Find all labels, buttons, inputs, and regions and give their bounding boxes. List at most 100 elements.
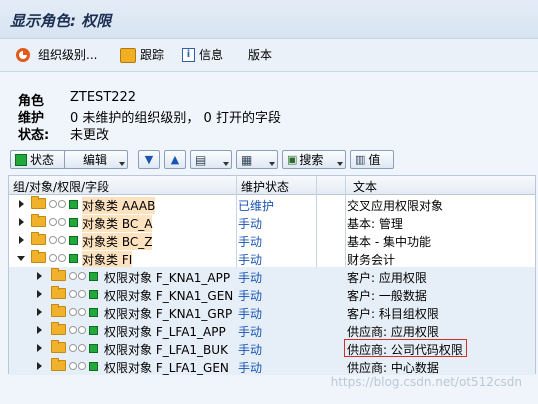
row-text: 供应商: 公司代码权限 [347, 343, 463, 357]
print-button[interactable]: ▤ [190, 150, 232, 169]
maint-status: 手动 [238, 343, 263, 357]
maint-status: 手动 [238, 217, 263, 231]
search-button[interactable]: ▣ 搜索 [282, 150, 346, 169]
table-row[interactable]: 权限对象 F_LFA1_GEN 手动 供应商: 中心数据 [9, 357, 535, 375]
expand-arrow-icon[interactable] [37, 272, 42, 280]
search-button-label: 搜索 [299, 153, 324, 167]
traffic-light-icon [69, 361, 98, 371]
collapse-all-icon: ▲ [170, 153, 180, 166]
maint-status: 手动 [238, 307, 263, 321]
expand-all-button[interactable]: ▼ [138, 150, 160, 169]
info-button[interactable]: i 信息 [182, 47, 223, 63]
maint-status: 手动 [238, 325, 263, 339]
collapse-arrow-icon[interactable] [17, 256, 25, 261]
row-text: 基本: 管理 [347, 217, 403, 231]
folder-icon [51, 304, 66, 317]
info-label: 信息 [199, 48, 224, 62]
expand-arrow-icon[interactable] [37, 290, 42, 298]
maint-status: 手动 [238, 361, 263, 375]
collapse-all-button[interactable]: ▲ [164, 150, 186, 169]
traffic-light-icon [49, 253, 78, 263]
row-text: 客户: 一般数据 [347, 289, 427, 303]
edit-button-label: 编辑 [83, 153, 108, 167]
folder-icon [51, 322, 66, 335]
status-icon [15, 153, 27, 166]
expand-arrow-icon[interactable] [19, 218, 24, 226]
version-label: 版本 [248, 48, 273, 62]
maint-status: 手动 [238, 235, 263, 249]
maint-status: 手动 [238, 271, 263, 285]
org-levels-button[interactable]: 组织级别... [16, 47, 97, 63]
traffic-light-icon [69, 307, 98, 317]
object-class-name: 对象类 BC_Z [82, 233, 153, 250]
trace-icon [120, 47, 136, 63]
table-row[interactable]: 权限对象 F_KNA1_GEN 手动 客户: 一般数据 [9, 285, 535, 303]
trace-label: 跟踪 [140, 48, 165, 62]
chevron-down-icon [223, 162, 229, 166]
trace-button[interactable]: 跟踪 [120, 47, 164, 63]
table-row[interactable]: 对象类 BC_Z 手动 基本 - 集中功能 [9, 231, 535, 250]
value-button[interactable]: ▥ 值 [350, 150, 394, 169]
application-toolbar: 组织级别... 跟踪 i 信息 版本 [0, 39, 538, 72]
maint-status: 手动 [238, 253, 263, 267]
print-icon: ▤ [195, 152, 207, 167]
traffic-light-icon [49, 217, 78, 227]
table-row[interactable]: 对象类 AAAB 已维护 交叉应用权限对象 [9, 195, 535, 214]
state-value: 未更改 [70, 128, 110, 143]
column-header-object[interactable]: 组/对象/权限/字段 [13, 178, 109, 195]
folder-icon [31, 196, 46, 209]
folder-icon [31, 214, 46, 227]
table-row[interactable]: 对象类 FI 手动 财务会计 [9, 249, 535, 268]
row-text: 供应商: 中心数据 [347, 361, 439, 375]
window-title: 显示角色: 权限 [10, 12, 112, 30]
traffic-light-icon [49, 235, 78, 245]
column-header-maint-status[interactable]: 维护状态 [241, 178, 289, 195]
edit-button[interactable]: 编辑 [64, 150, 128, 169]
folder-icon [31, 250, 46, 263]
watermark: https://blog.csdn.net/ot512csdn [330, 375, 522, 389]
row-text: 基本 - 集中功能 [347, 235, 431, 249]
folder-icon [51, 286, 66, 299]
table-row[interactable]: 权限对象 F_LFA1_APP 手动 供应商: 应用权限 [9, 321, 535, 339]
value-icon: ▥ [355, 153, 366, 166]
expand-arrow-icon[interactable] [37, 362, 42, 370]
expand-arrow-icon[interactable] [19, 200, 24, 208]
row-text: 客户: 科目组权限 [347, 307, 439, 321]
auth-object-name: 权限对象 F_KNA1_GEN [104, 289, 234, 303]
table-row[interactable]: 权限对象 F_KNA1_GRP 手动 客户: 科目组权限 [9, 303, 535, 321]
org-levels-icon [16, 48, 30, 62]
table-row[interactable]: 权限对象 F_KNA1_APP 手动 客户: 应用权限 [9, 267, 535, 285]
table-row[interactable]: 对象类 BC_A 手动 基本: 管理 [9, 213, 535, 232]
object-class-name: 对象类 AAAB [82, 197, 156, 214]
object-class-name: 对象类 BC_A [82, 215, 153, 232]
folder-icon [51, 340, 66, 353]
auth-object-name: 权限对象 F_LFA1_APP [104, 325, 226, 339]
state-key: 状态: [18, 128, 50, 143]
row-text: 交叉应用权限对象 [347, 199, 444, 213]
title-bar: 显示角色: 权限 [0, 0, 538, 39]
version-button[interactable]: 版本 [248, 47, 272, 63]
expand-arrow-icon[interactable] [37, 326, 42, 334]
traffic-light-icon [69, 343, 98, 353]
status-button-label: 状态 [30, 153, 55, 167]
layout-button[interactable]: ▦ [236, 150, 278, 169]
auth-object-name: 权限对象 F_LFA1_GEN [104, 361, 229, 375]
folder-icon [51, 358, 66, 371]
status-button[interactable]: 状态 [10, 150, 66, 169]
expand-arrow-icon[interactable] [37, 344, 42, 352]
traffic-light-icon [49, 199, 78, 209]
row-text: 财务会计 [347, 253, 396, 267]
traffic-light-icon [69, 289, 98, 299]
expand-arrow-icon[interactable] [37, 308, 42, 316]
object-class-name: 对象类 FI [82, 251, 133, 268]
auth-object-name: 权限对象 F_LFA1_BUK [104, 343, 228, 357]
maint-status: 手动 [238, 289, 263, 303]
chevron-down-icon [337, 162, 343, 166]
expand-arrow-icon[interactable] [19, 236, 24, 244]
row-text: 供应商: 应用权限 [347, 325, 439, 339]
column-header-text[interactable]: 文本 [353, 178, 377, 195]
chevron-down-icon [119, 162, 125, 166]
table-row[interactable]: 权限对象 F_LFA1_BUK 手动 供应商: 公司代码权限 [9, 339, 535, 357]
role-value: ZTEST222 [70, 90, 137, 105]
folder-icon [51, 268, 66, 281]
